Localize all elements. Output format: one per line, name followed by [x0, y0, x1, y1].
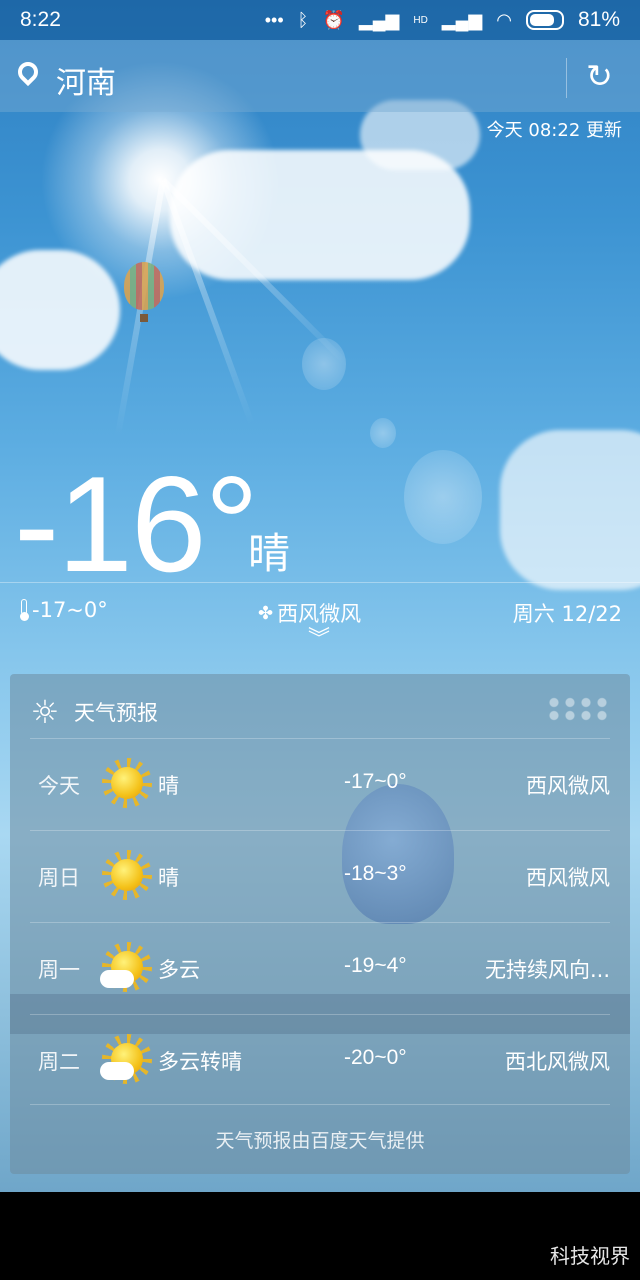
- row-divider: [30, 1014, 610, 1015]
- forecast-row[interactable]: 周二 多云转晴 -20~0° 西北风微风: [10, 1016, 630, 1106]
- forecast-temp: -18~3°: [344, 862, 407, 885]
- current-temperature: -16°: [14, 448, 259, 600]
- watermark-text: 科技视界: [550, 1244, 630, 1268]
- signal-icon: ▂▄▆: [441, 9, 483, 30]
- current-range-text: -17~0°: [32, 598, 108, 622]
- weather-screen: 8:22 ••• ᛒ ⏰ ▂▄▆ HD ▂▄▆ ◠ 81% 河南 ↻ 今天 08…: [0, 0, 640, 1192]
- forecast-condition: 多云: [158, 958, 200, 982]
- current-condition: 晴: [248, 529, 291, 578]
- row-divider: [30, 830, 610, 831]
- current-date: 周六 12/22: [512, 602, 622, 626]
- divider: [0, 582, 640, 583]
- forecast-title: 天气预报: [74, 701, 158, 725]
- refresh-icon[interactable]: ↻: [586, 60, 613, 92]
- wind-fan-icon: ✤: [258, 602, 274, 624]
- forecast-condition: 多云转晴: [158, 1050, 242, 1074]
- row-divider: [30, 922, 610, 923]
- sun-outline-icon: ☼: [30, 693, 60, 731]
- forecast-temp: -20~0°: [344, 1046, 407, 1069]
- more-dots-icon: •••: [264, 9, 284, 30]
- signal-icon: ▂▄▆: [358, 9, 400, 30]
- forecast-day: 周一: [38, 958, 80, 982]
- partly-cloudy-icon: [100, 942, 152, 992]
- current-wind: ✤ 西风微风: [258, 598, 361, 628]
- forecast-wind: 西风微风: [526, 866, 610, 890]
- navigation-bar-area: [0, 1192, 640, 1280]
- forecast-temp: -19~4°: [344, 954, 407, 977]
- current-range: -17~0°: [20, 598, 108, 622]
- light-orb: [302, 338, 346, 390]
- app-header: 河南 ↻: [0, 40, 640, 112]
- balloon-basket: [140, 314, 148, 322]
- row-divider: [30, 738, 610, 739]
- hot-air-balloon-image: [124, 262, 164, 310]
- forecast-wind: 西风微风: [526, 774, 610, 798]
- forecast-condition: 晴: [158, 774, 179, 798]
- header-divider: [566, 58, 567, 98]
- forecast-panel: ☼ 天气预报 今天 晴 -17~0° 西风微风 周日 晴 -18~3° 西风微风…: [10, 674, 630, 1174]
- forecast-condition: 晴: [158, 866, 179, 890]
- wifi-icon: ◠: [496, 9, 512, 30]
- forecast-temp: -17~0°: [344, 770, 407, 793]
- sunny-icon: [102, 758, 152, 808]
- forecast-credit: 天气预报由百度天气提供: [215, 1130, 425, 1152]
- forecast-row[interactable]: 今天 晴 -17~0° 西风微风: [10, 740, 630, 830]
- update-time: 今天 08:22 更新: [486, 120, 622, 141]
- status-time: 8:22: [20, 8, 61, 31]
- forecast-header: ☼ 天气预报: [30, 692, 158, 732]
- cloud: [500, 430, 640, 590]
- city-name[interactable]: 河南: [56, 58, 116, 102]
- forecast-day: 周日: [38, 866, 80, 890]
- light-orb: [370, 418, 396, 448]
- more-grid-icon[interactable]: [546, 696, 610, 722]
- location-pin-icon: [13, 57, 43, 87]
- hd-label: HD: [413, 14, 428, 26]
- alarm-icon: ⏰: [322, 9, 345, 30]
- thermometer-icon: [20, 599, 29, 621]
- sunny-icon: [102, 850, 152, 900]
- forecast-row[interactable]: 周日 晴 -18~3° 西风微风: [10, 832, 630, 922]
- status-bar: 8:22 ••• ᛒ ⏰ ▂▄▆ HD ▂▄▆ ◠ 81%: [0, 0, 640, 40]
- forecast-day: 周二: [38, 1050, 80, 1074]
- cloud: [0, 250, 120, 370]
- forecast-wind: 西北风微风: [505, 1050, 610, 1074]
- light-orb: [404, 450, 482, 544]
- row-divider: [30, 1104, 610, 1105]
- expand-chevron-icon[interactable]: ︾: [308, 629, 330, 651]
- forecast-wind: 无持续风向...: [484, 958, 610, 982]
- battery-icon: [525, 10, 564, 30]
- forecast-row[interactable]: 周一 多云 -19~4° 无持续风向...: [10, 924, 630, 1014]
- battery-percent: 81%: [577, 8, 620, 31]
- partly-cloudy-icon: [100, 1034, 152, 1084]
- status-icons: ••• ᛒ ⏰ ▂▄▆ HD ▂▄▆ ◠ 81%: [265, 8, 620, 32]
- bluetooth-icon: ᛒ: [297, 9, 309, 30]
- forecast-day: 今天: [38, 774, 80, 798]
- current-wind-text: 西风微风: [277, 602, 362, 626]
